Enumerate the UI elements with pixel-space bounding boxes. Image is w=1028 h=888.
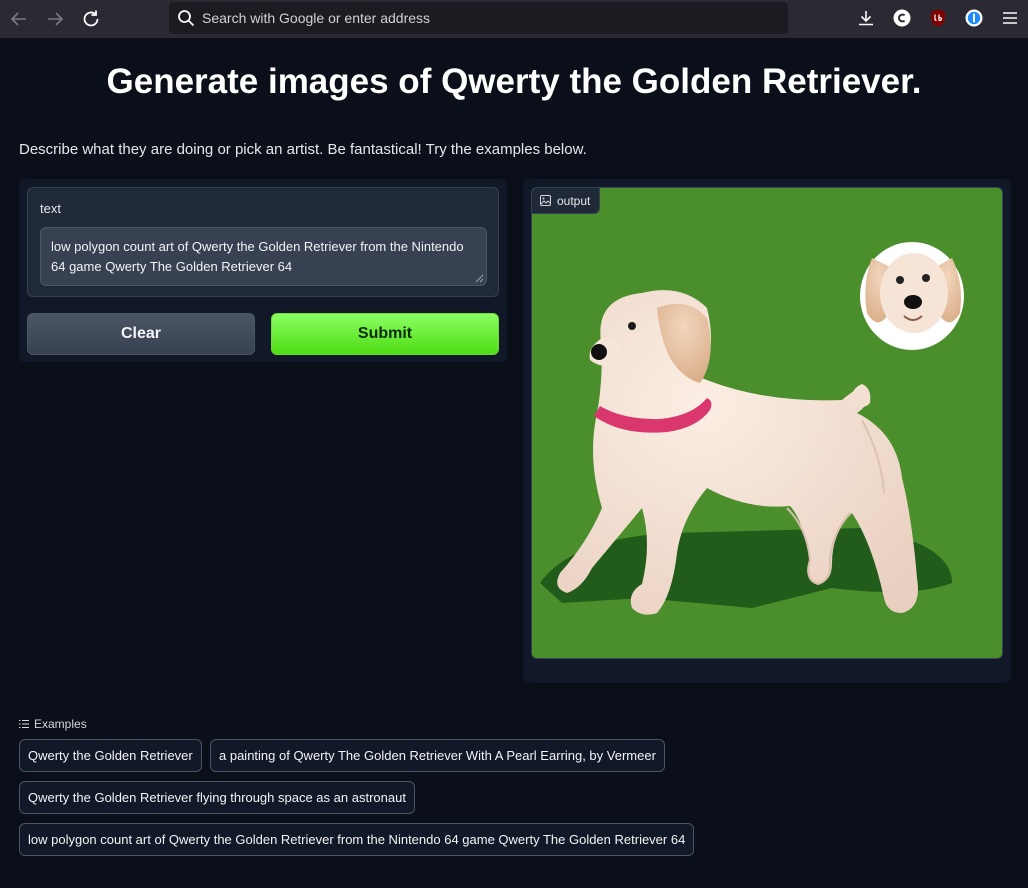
reload-icon[interactable] — [79, 7, 103, 31]
prompt-text: low polygon count art of Qwerty the Gold… — [51, 239, 464, 274]
prompt-textarea[interactable]: low polygon count art of Qwerty the Gold… — [40, 227, 487, 286]
extension-c-icon[interactable] — [892, 8, 912, 28]
image-icon — [540, 195, 551, 206]
clear-button[interactable]: Clear — [27, 313, 255, 355]
output-label-text: output — [557, 193, 591, 208]
example-item[interactable]: Qwerty the Golden Retriever flying throu… — [19, 781, 415, 814]
output-label: output — [532, 188, 601, 214]
example-item[interactable]: Qwerty the Golden Retriever — [19, 739, 202, 772]
list-icon — [19, 720, 29, 728]
page-description: Describe what they are doing or pick an … — [19, 141, 587, 158]
example-item[interactable]: low polygon count art of Qwerty the Gold… — [19, 823, 695, 856]
download-icon[interactable] — [856, 8, 876, 28]
text-label: text — [40, 201, 61, 216]
output-image-box: output — [531, 187, 1003, 659]
example-item[interactable]: a painting of Qwerty The Golden Retrieve… — [210, 739, 665, 772]
forward-icon[interactable] — [43, 7, 67, 31]
browser-toolbar — [0, 0, 1028, 38]
examples-header: Examples — [19, 717, 87, 731]
back-icon[interactable] — [7, 7, 31, 31]
page-title: Generate images of Qwerty the Golden Ret… — [106, 62, 922, 101]
ublock-icon[interactable] — [928, 8, 948, 28]
examples-header-label: Examples — [34, 717, 87, 731]
input-panel: text low polygon count art of Qwerty the… — [19, 179, 507, 362]
submit-button[interactable]: Submit — [271, 313, 499, 355]
address-bar[interactable] — [169, 2, 788, 34]
address-input[interactable] — [202, 2, 772, 34]
resize-handle-icon[interactable] — [474, 273, 484, 283]
search-icon — [177, 9, 195, 27]
password-manager-icon[interactable] — [964, 8, 984, 28]
text-input-block: text low polygon count art of Qwerty the… — [27, 187, 499, 297]
menu-icon[interactable] — [1000, 8, 1020, 28]
output-panel: output — [523, 179, 1011, 683]
generated-dog-image — [532, 188, 1002, 658]
